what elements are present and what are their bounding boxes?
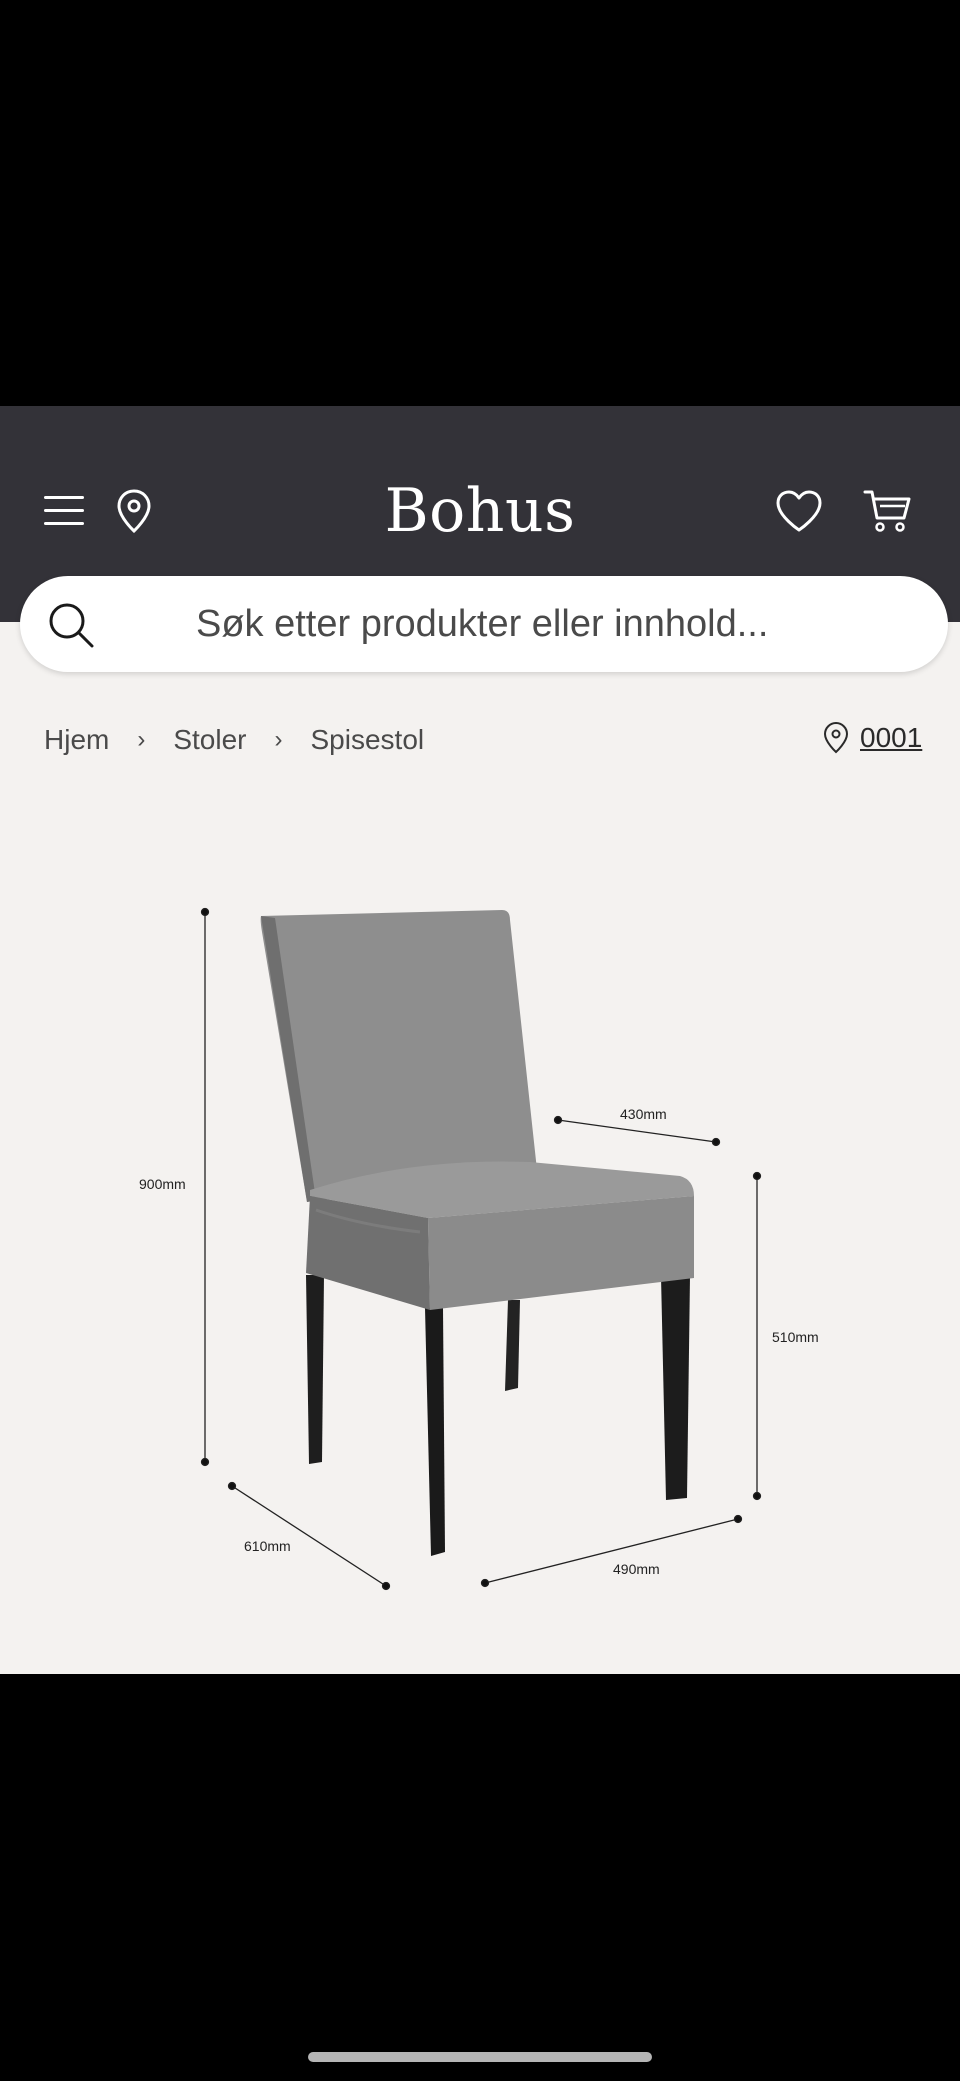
breadcrumb-item-home[interactable]: Hjem: [44, 724, 109, 756]
dimension-height-label: 900mm: [139, 1176, 186, 1192]
dimension-depth-label: 610mm: [244, 1538, 291, 1554]
location-pin-icon: [823, 721, 849, 754]
dimension-seat-depth-label: 430mm: [620, 1106, 667, 1122]
bottom-area: [0, 1674, 960, 2081]
search-input[interactable]: Søk etter produkter eller innhold...: [20, 576, 948, 672]
breadcrumb: Hjem › Stoler › Spisestol: [44, 720, 424, 760]
logo[interactable]: Bohus: [330, 476, 630, 546]
chair-illustration: [260, 910, 694, 1556]
heart-icon[interactable]: [774, 488, 824, 534]
cart-icon[interactable]: [862, 486, 912, 534]
breadcrumb-item-chairs[interactable]: Stoler: [173, 724, 246, 756]
breadcrumb-item-dining-chair: Spisestol: [310, 724, 425, 755]
home-indicator[interactable]: [308, 2052, 652, 2062]
store-selector[interactable]: 0001: [822, 718, 922, 758]
product-image[interactable]: 900mm 610mm 490mm 430mm 510mm: [120, 880, 840, 1600]
dimension-width-label: 490mm: [613, 1561, 660, 1577]
location-pin-icon[interactable]: [114, 487, 154, 535]
breadcrumb-separator: ›: [274, 726, 283, 753]
breadcrumb-separator: ›: [137, 726, 146, 753]
menu-icon[interactable]: [44, 492, 84, 530]
store-code[interactable]: 0001: [860, 722, 922, 754]
search-placeholder: Søk etter produkter eller innhold...: [196, 603, 769, 645]
dimension-seat-height-label: 510mm: [772, 1329, 819, 1345]
status-area: [0, 0, 960, 406]
search-icon: [49, 603, 94, 648]
